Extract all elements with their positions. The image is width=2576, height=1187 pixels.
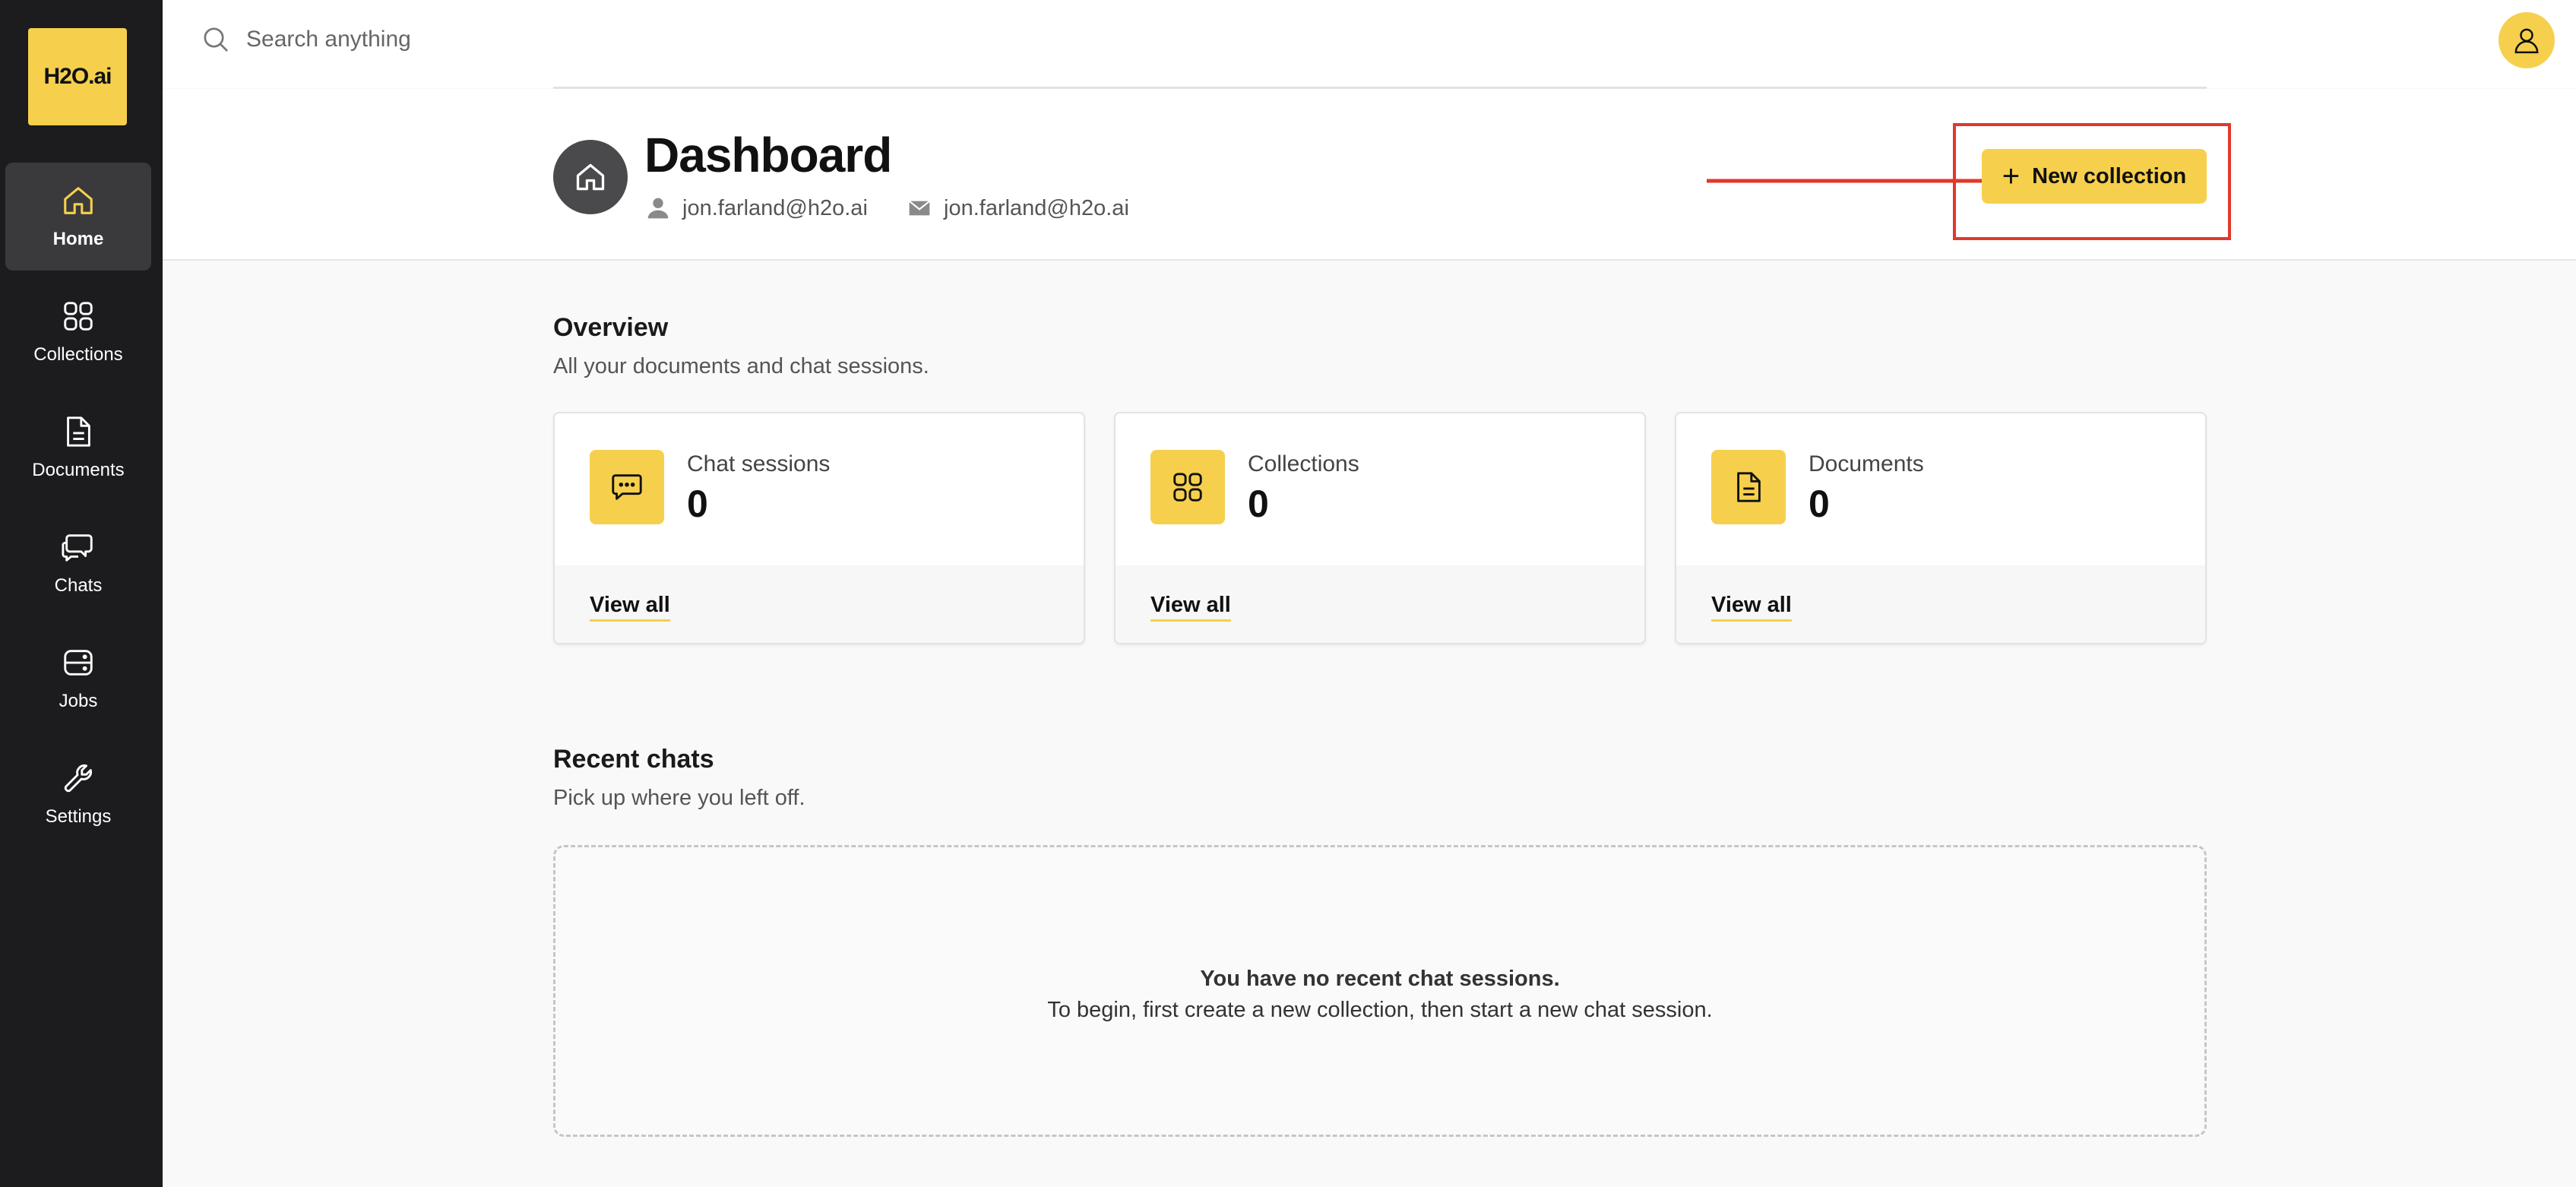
mail-icon: [909, 200, 930, 216]
documents-card: Documents 0 View all: [1675, 412, 2207, 644]
sidebar-item-collections[interactable]: Collections: [5, 278, 151, 386]
home-icon: [576, 163, 605, 191]
collections-card: Collections 0 View all: [1114, 412, 1646, 644]
username: jon.farland@h2o.ai: [682, 195, 868, 220]
sidebar-item-home[interactable]: Home: [5, 163, 151, 271]
recent-chats-subtitle: Pick up where you left off.: [553, 786, 805, 810]
sidebar-item-label: Jobs: [59, 691, 98, 711]
card-count: 0: [1809, 483, 1830, 525]
home-icon: [64, 187, 93, 214]
card-label: Documents: [1809, 451, 1924, 476]
card-icon: [1150, 450, 1225, 524]
grid-icon: [64, 302, 93, 331]
card-count: 0: [1248, 483, 1269, 525]
view-all-chats-link[interactable]: View all: [590, 593, 670, 622]
sidebar-item-settings[interactable]: Settings: [5, 740, 151, 848]
card-icon: [1711, 450, 1786, 524]
recent-chats-title: Recent chats: [553, 745, 714, 774]
user-meta: jon.farland@h2o.ai: [646, 195, 868, 221]
recent-chats-empty-state: You have no recent chat sessions. To beg…: [553, 845, 2207, 1137]
sidebar-item-chats[interactable]: Chats: [5, 509, 151, 617]
sidebar-item-documents[interactable]: Documents: [5, 394, 151, 502]
empty-state-title: You have no recent chat sessions.: [1200, 967, 1560, 991]
email: jon.farland@h2o.ai: [944, 195, 1129, 220]
overview-title: Overview: [553, 313, 669, 342]
plus-icon: +: [2002, 160, 2021, 193]
grid-icon: [1173, 473, 1202, 502]
sidebar-item-label: Chats: [54, 575, 103, 596]
card-count: 0: [687, 483, 708, 525]
card-footer: View all: [555, 565, 1084, 643]
card-footer: View all: [1116, 565, 1644, 643]
chat-bubbles-icon: [62, 534, 93, 562]
search-input[interactable]: [246, 21, 854, 58]
chat-sessions-card: Chat sessions 0 View all: [553, 412, 1085, 644]
sidebar-item-label: Settings: [45, 806, 112, 827]
server-icon: [64, 650, 93, 676]
email-meta: jon.farland@h2o.ai: [907, 195, 1129, 221]
document-icon: [1737, 472, 1761, 502]
sidebar: H2O.ai Home Collections Documents Chats …: [0, 0, 163, 1187]
search-icon: [204, 27, 228, 52]
top-bar: [163, 0, 2576, 88]
user-icon: [2514, 28, 2539, 54]
overview-subtitle: All your documents and chat sessions.: [553, 354, 929, 378]
view-all-documents-link[interactable]: View all: [1711, 593, 1792, 622]
avatar[interactable]: [2498, 12, 2555, 68]
page-icon: [553, 140, 628, 214]
card-label: Collections: [1248, 451, 1359, 476]
card-footer: View all: [1676, 565, 2205, 643]
person-icon: [647, 198, 669, 219]
view-all-collections-link[interactable]: View all: [1150, 593, 1231, 622]
h2o-logo[interactable]: H2O.ai: [28, 28, 127, 125]
card-icon: [590, 450, 664, 524]
page-title: Dashboard: [644, 128, 892, 182]
wrench-icon: [64, 764, 93, 793]
new-collection-label: New collection: [2032, 163, 2187, 188]
sidebar-item-jobs[interactable]: Jobs: [5, 625, 151, 733]
sidebar-item-label: Documents: [32, 460, 125, 480]
sidebar-item-label: Home: [52, 229, 104, 249]
sidebar-item-label: Collections: [33, 344, 123, 365]
empty-state-text: To begin, first create a new collection,…: [1047, 998, 1713, 1022]
chat-icon: [612, 474, 642, 500]
new-collection-button[interactable]: + New collection: [1982, 149, 2207, 204]
card-label: Chat sessions: [687, 451, 831, 476]
document-icon: [67, 416, 90, 447]
